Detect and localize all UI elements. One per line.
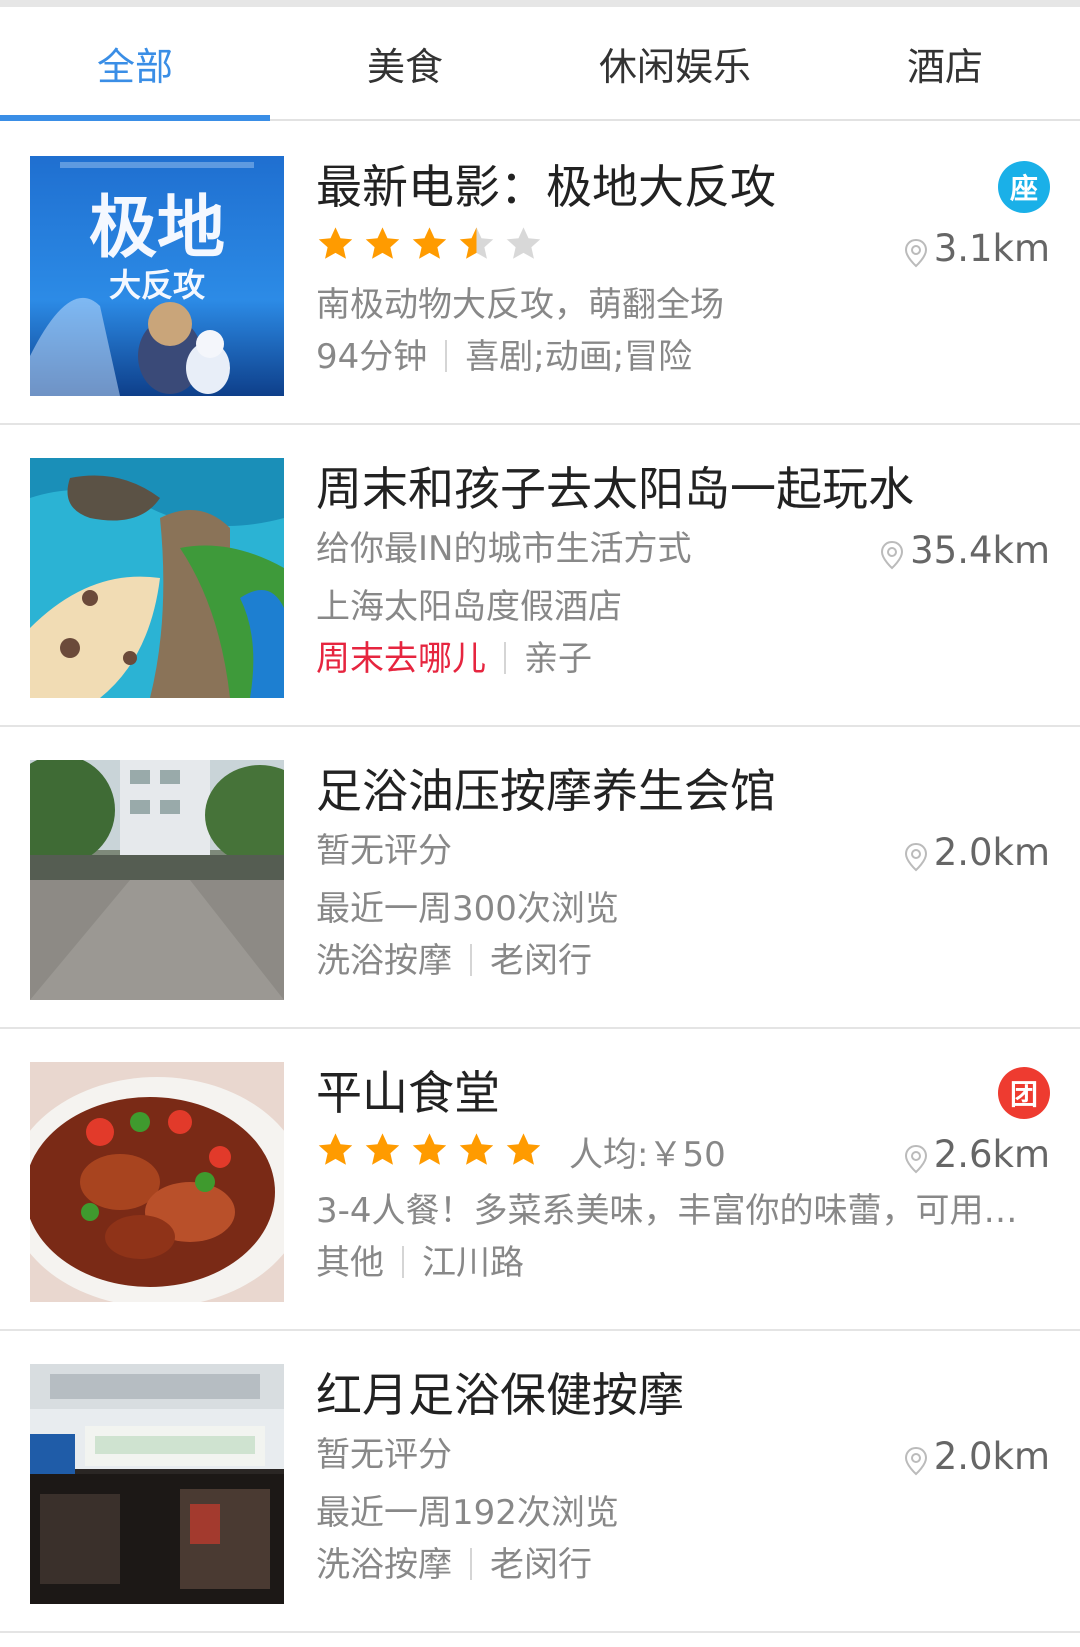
distance-value: 35.4km xyxy=(910,529,1050,572)
star-full-icon xyxy=(318,1133,353,1165)
star-full-icon xyxy=(365,1133,400,1165)
divider xyxy=(402,1246,404,1278)
seat-badge: 座 xyxy=(998,161,1050,213)
result-list: 极地 大反攻 最新电影：极地大反攻 座 3.1km 南极动物大反攻，萌翻全场 9… xyxy=(0,123,1080,1633)
area-tag: 江川路 xyxy=(422,1243,524,1283)
item-description: 南极动物大反攻，萌翻全场 xyxy=(316,285,724,325)
item-tags: 其他 江川路 xyxy=(316,1241,524,1285)
location-pin-icon xyxy=(904,838,928,872)
area-tag: 老闵行 xyxy=(490,941,592,981)
star-empty-icon xyxy=(506,227,541,259)
poster-subtitle-text: 大反攻 xyxy=(109,266,206,304)
item-title: 红月足浴保健按摩 xyxy=(316,1368,684,1422)
item-tags: 周末去哪儿 亲子 xyxy=(316,637,592,681)
star-full-icon xyxy=(365,227,400,259)
category-tag: 洗浴按摩 xyxy=(316,1545,452,1585)
item-title: 最新电影：极地大反攻 xyxy=(316,160,776,214)
list-item-sun-island[interactable]: 周末和孩子去太阳岛一起玩水 给你最IN的城市生活方式 35.4km 上海太阳岛度… xyxy=(0,425,1080,727)
location-pin-icon xyxy=(904,234,928,268)
divider xyxy=(470,1548,472,1580)
location-pin-icon xyxy=(904,1442,928,1476)
tab-all[interactable]: 全部 xyxy=(0,7,270,121)
category-tag: 洗浴按摩 xyxy=(316,941,452,981)
distance-value: 3.1km xyxy=(933,227,1050,270)
tab-entertainment[interactable]: 休闲娱乐 xyxy=(540,7,810,119)
location-pin-icon xyxy=(904,1140,928,1174)
resort-image xyxy=(30,458,284,698)
list-item-hongyue-foot-bath[interactable]: 红月足浴保健按摩 暂无评分 2.0km 最近一周192次浏览 洗浴按摩 老闵行 xyxy=(0,1331,1080,1633)
item-subtitle: 给你最IN的城市生活方式 xyxy=(316,529,692,569)
rating-row: 人均:￥50 xyxy=(316,1131,726,1177)
distance-value: 2.0km xyxy=(933,1435,1050,1478)
tab-hotel[interactable]: 酒店 xyxy=(810,7,1080,119)
venue-name: 上海太阳岛度假酒店 xyxy=(316,587,622,627)
star-rating xyxy=(316,225,543,262)
distance-value: 2.0km xyxy=(933,831,1050,874)
category-tabs: 全部 美食 休闲娱乐 酒店 xyxy=(0,7,1080,121)
food-image xyxy=(30,1062,284,1302)
item-title: 足浴油压按摩养生会馆 xyxy=(316,764,776,818)
category-tag: 其他 xyxy=(316,1243,384,1283)
star-full-icon xyxy=(318,227,353,259)
item-meta: 94分钟 喜剧;动画;冒险 xyxy=(316,335,692,379)
star-rating xyxy=(316,1131,543,1168)
divider xyxy=(445,340,448,372)
hot-tag[interactable]: 周末去哪儿 xyxy=(316,639,486,679)
average-price: 人均:￥50 xyxy=(569,1135,726,1175)
distance: 3.1km xyxy=(904,227,1050,271)
tab-food[interactable]: 美食 xyxy=(270,7,540,119)
distance: 2.0km xyxy=(904,831,1050,875)
group-buy-badge: 团 xyxy=(998,1067,1050,1119)
item-title: 平山食堂 xyxy=(316,1066,500,1120)
star-full-icon xyxy=(459,1133,494,1165)
movie-genres: 喜剧;动画;冒险 xyxy=(465,337,693,377)
star-full-icon xyxy=(412,227,447,259)
list-item-movie[interactable]: 极地 大反攻 最新电影：极地大反攻 座 3.1km 南极动物大反攻，萌翻全场 9… xyxy=(0,123,1080,425)
movie-poster-image: 极地 大反攻 xyxy=(30,156,284,396)
star-full-icon xyxy=(412,1133,447,1165)
list-item-pingshan-canteen[interactable]: 平山食堂 团 人均:￥50 2.6km 3-4人餐！多菜系美味，丰富你的味蕾，可… xyxy=(0,1029,1080,1331)
rating-text: 暂无评分 xyxy=(316,1435,452,1475)
star-full-icon xyxy=(506,1133,541,1165)
area-tag: 老闵行 xyxy=(490,1545,592,1585)
movie-duration: 94分钟 xyxy=(316,337,428,377)
location-pin-icon xyxy=(880,536,904,570)
item-tags: 洗浴按摩 老闵行 xyxy=(316,939,592,983)
star-half-icon xyxy=(459,227,494,259)
rating-text: 暂无评分 xyxy=(316,831,452,871)
divider xyxy=(470,944,472,976)
divider xyxy=(504,642,506,674)
rating-row xyxy=(316,225,543,271)
distance: 35.4km xyxy=(880,529,1050,573)
category-tag: 亲子 xyxy=(524,639,592,679)
distance-value: 2.6km xyxy=(933,1133,1050,1176)
item-tags: 洗浴按摩 老闵行 xyxy=(316,1543,592,1587)
item-description: 3-4人餐！多菜系美味，丰富你的味蕾，可用… xyxy=(316,1191,1018,1231)
list-item-foot-massage[interactable]: 足浴油压按摩养生会馆 暂无评分 2.0km 最近一周300次浏览 洗浴按摩 老闵行 xyxy=(0,727,1080,1029)
storefront-image xyxy=(30,760,284,1000)
storefront-image xyxy=(30,1364,284,1604)
distance: 2.6km xyxy=(904,1133,1050,1177)
view-count: 最近一周192次浏览 xyxy=(316,1493,619,1533)
distance: 2.0km xyxy=(904,1435,1050,1479)
top-divider xyxy=(0,0,1080,7)
item-title: 周末和孩子去太阳岛一起玩水 xyxy=(316,462,914,516)
view-count: 最近一周300次浏览 xyxy=(316,889,619,929)
poster-title-text: 极地 xyxy=(89,189,225,268)
